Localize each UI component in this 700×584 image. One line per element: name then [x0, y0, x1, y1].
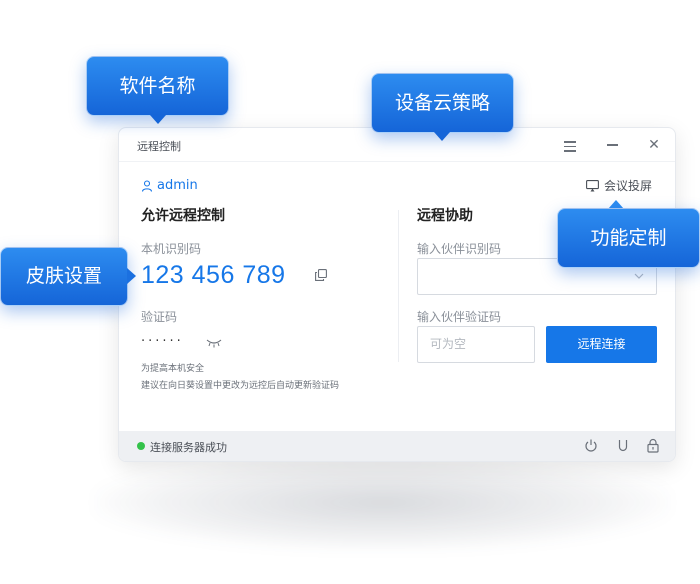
verification-code: ······	[141, 334, 184, 349]
callout-software-name: 软件名称	[86, 56, 229, 116]
remote-connect-button[interactable]: 远程连接	[546, 326, 657, 363]
user-account[interactable]: admin	[141, 178, 198, 193]
chevron-down-icon	[634, 273, 644, 279]
hidden-eye-icon[interactable]	[206, 338, 222, 348]
cast-icon	[586, 179, 599, 191]
callout-skin-tail	[127, 268, 136, 284]
callout-skin: 皮肤设置	[0, 247, 128, 306]
meeting-cast-button[interactable]: 会议投屏	[586, 177, 652, 194]
status-text: 连接服务器成功	[150, 441, 227, 454]
id-label: 本机识别码	[141, 242, 202, 256]
titlebar: 远程控制 ✕	[119, 128, 675, 162]
callout-software-name-tail	[150, 115, 166, 124]
window-title: 远程控制	[137, 140, 181, 153]
status-indicator	[137, 442, 145, 450]
shadow-glow	[95, 455, 670, 550]
power-icon[interactable]	[584, 438, 598, 453]
partner-id-label: 输入伙伴识别码	[417, 242, 502, 256]
allow-control-heading: 允许远程控制	[141, 208, 225, 224]
usb-icon[interactable]	[616, 438, 630, 453]
callout-cloud-policy-tail	[434, 132, 450, 141]
copy-icon[interactable]	[315, 269, 327, 281]
remote-control-window: 远程控制 ✕ admin 会议投屏 允许远程控制 本机识别码 123 456 7…	[118, 127, 676, 462]
minimize-icon[interactable]	[601, 134, 623, 156]
cast-label: 会议投屏	[604, 179, 653, 193]
menu-icon[interactable]	[559, 134, 581, 156]
code-label: 验证码	[141, 310, 178, 324]
device-id: 123 456 789	[141, 261, 286, 289]
remote-assist-heading: 远程协助	[417, 208, 473, 224]
security-tip-line2: 建议在向日葵设置中更改为远控后自动更新验证码	[141, 381, 340, 391]
user-name: admin	[157, 178, 198, 193]
partner-code-input[interactable]: 可为空	[417, 326, 535, 363]
panel-divider	[398, 210, 399, 362]
status-bar: 连接服务器成功	[119, 431, 675, 461]
security-tip-line1: 为提高本机安全	[141, 364, 205, 374]
callout-cloud-policy: 设备云策略	[371, 73, 514, 133]
user-icon	[141, 179, 153, 192]
partner-code-label: 输入伙伴验证码	[417, 310, 502, 324]
lock-icon[interactable]	[646, 438, 660, 453]
close-icon[interactable]: ✕	[643, 134, 665, 156]
callout-customization: 功能定制	[557, 208, 700, 268]
